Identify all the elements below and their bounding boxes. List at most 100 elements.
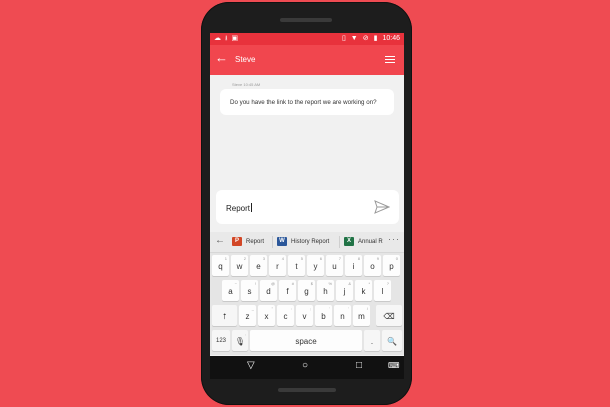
key-u[interactable]: 7u [326,255,343,276]
key-o[interactable]: 9o [364,255,381,276]
key-b[interactable]: ' b [315,305,332,326]
key-f[interactable]: # f [279,280,296,301]
message-input-value: Report [226,204,251,213]
no-sim-icon: ⊘ [362,35,369,42]
back-arrow-icon[interactable]: ← [215,51,228,65]
message-text: Do you have the link to the report we ar… [230,99,377,106]
key-hint: # [291,281,294,286]
search-key[interactable]: 🔍 [382,330,402,351]
key-hint: 6 [319,256,322,261]
comma-hint: , [244,331,246,336]
key-g[interactable]: $ g [298,280,315,301]
key-label: h [323,287,328,296]
hamburger-menu-icon[interactable] [385,56,395,65]
key-label: x [264,312,269,321]
key-h[interactable]: % h [317,280,334,301]
key-q[interactable]: 1q [212,255,229,276]
shift-key[interactable]: ⭡ [212,305,237,326]
key-hint: ; [309,306,311,311]
key-w[interactable]: 2w [231,255,248,276]
key-i[interactable]: 8i [345,255,362,276]
key-s[interactable]: ! s [241,280,258,301]
suggestion-report[interactable]: P Report [232,237,264,246]
key-hint: @ [270,281,275,286]
vibrate-icon: ▯ [341,35,346,42]
status-time: 10:46 [382,34,400,42]
key-hint: & [348,281,351,286]
backspace-key[interactable]: ⌫ [376,305,402,326]
key-hint: 8 [357,256,360,261]
nav-home-icon[interactable]: ○ [302,360,308,371]
more-suggestions-icon[interactable]: ··· [388,234,400,244]
key-hint: ’ [348,306,349,311]
key-label: z [245,312,250,321]
key-v[interactable]: ; v [296,305,313,326]
key-hint: ~ [234,281,237,286]
key-label: g [304,287,309,296]
key-hint: 2 [243,256,246,261]
key-hint: 7 [338,256,341,261]
key-hint: 4 [281,256,284,261]
key-z[interactable]: _ z [239,305,256,326]
search-icon: 🔍 [387,337,397,346]
key-p[interactable]: 0p [383,255,400,276]
key-hint: 0 [395,256,398,261]
nav-back-icon[interactable]: ▽ [247,360,255,371]
key-j[interactable]: & j [336,280,353,301]
cloud-upload-icon: ☁ [214,35,221,42]
key-label: r [276,262,279,271]
suggestion-label: History Report [291,238,330,245]
word-icon: W [277,237,287,246]
contact-name: Steve [235,55,256,64]
key-hint: _ [251,306,254,311]
key-label: s [247,287,252,296]
suggestion-history-report[interactable]: W History Report [277,237,329,246]
space-key[interactable]: space [250,330,362,351]
shift-icon: ⭡ [222,312,227,321]
text-caret [251,203,253,212]
microphone-key[interactable]: 🎙 , [232,330,248,351]
send-icon[interactable] [374,200,390,214]
nav-recents-icon[interactable]: □ [356,360,362,371]
key-m[interactable]: / m [353,305,370,326]
message-input[interactable]: Report [226,203,253,213]
message-composer[interactable]: Report [216,190,399,224]
key-t[interactable]: 5t [288,255,305,276]
key-c[interactable]: :c [277,305,294,326]
key-n[interactable]: ’ n [334,305,351,326]
powerpoint-icon: P [232,237,242,246]
divider [339,236,340,248]
key-hint: ! [254,281,256,286]
keyboard-switch-icon[interactable]: ⌨ [388,361,400,370]
key-label: n [340,312,345,321]
key-hint: * [368,281,370,286]
key-label: f [286,287,289,296]
suggestion-bar: ← P Report W History Report X Annual R ·… [210,232,404,253]
key-hint: " [271,306,273,311]
navigation-bar: ▽ ○ □ ⌨ [210,356,404,379]
suggestion-annual-report[interactable]: X Annual R [344,237,383,246]
microphone-icon: 🎙 [234,337,246,346]
key-label: j [343,287,346,296]
key-x[interactable]: " x [258,305,275,326]
suggestion-back-icon[interactable]: ← [215,235,225,246]
key-l[interactable]: ? l [374,280,391,301]
download-icon: ⭳ [225,35,228,42]
suggestion-label: Report [246,238,265,245]
key-a[interactable]: ~ a [222,280,239,301]
app-bar: ← Steve [210,45,404,75]
key-label: b [321,312,326,321]
period-key[interactable]: . [364,330,380,351]
key-y[interactable]: 6y [307,255,324,276]
key-hint: : [290,306,292,311]
key-r[interactable]: 4r [269,255,286,276]
key-label: y [313,262,318,271]
key-hint: ? [386,281,389,286]
key-k[interactable]: * k [355,280,372,301]
key-hint: 3 [262,256,265,261]
key-label: i [352,262,355,271]
key-e[interactable]: 3e [250,255,267,276]
numbers-key[interactable]: 123 [212,330,230,351]
key-d[interactable]: @ d [260,280,277,301]
key-label: w [236,262,243,271]
